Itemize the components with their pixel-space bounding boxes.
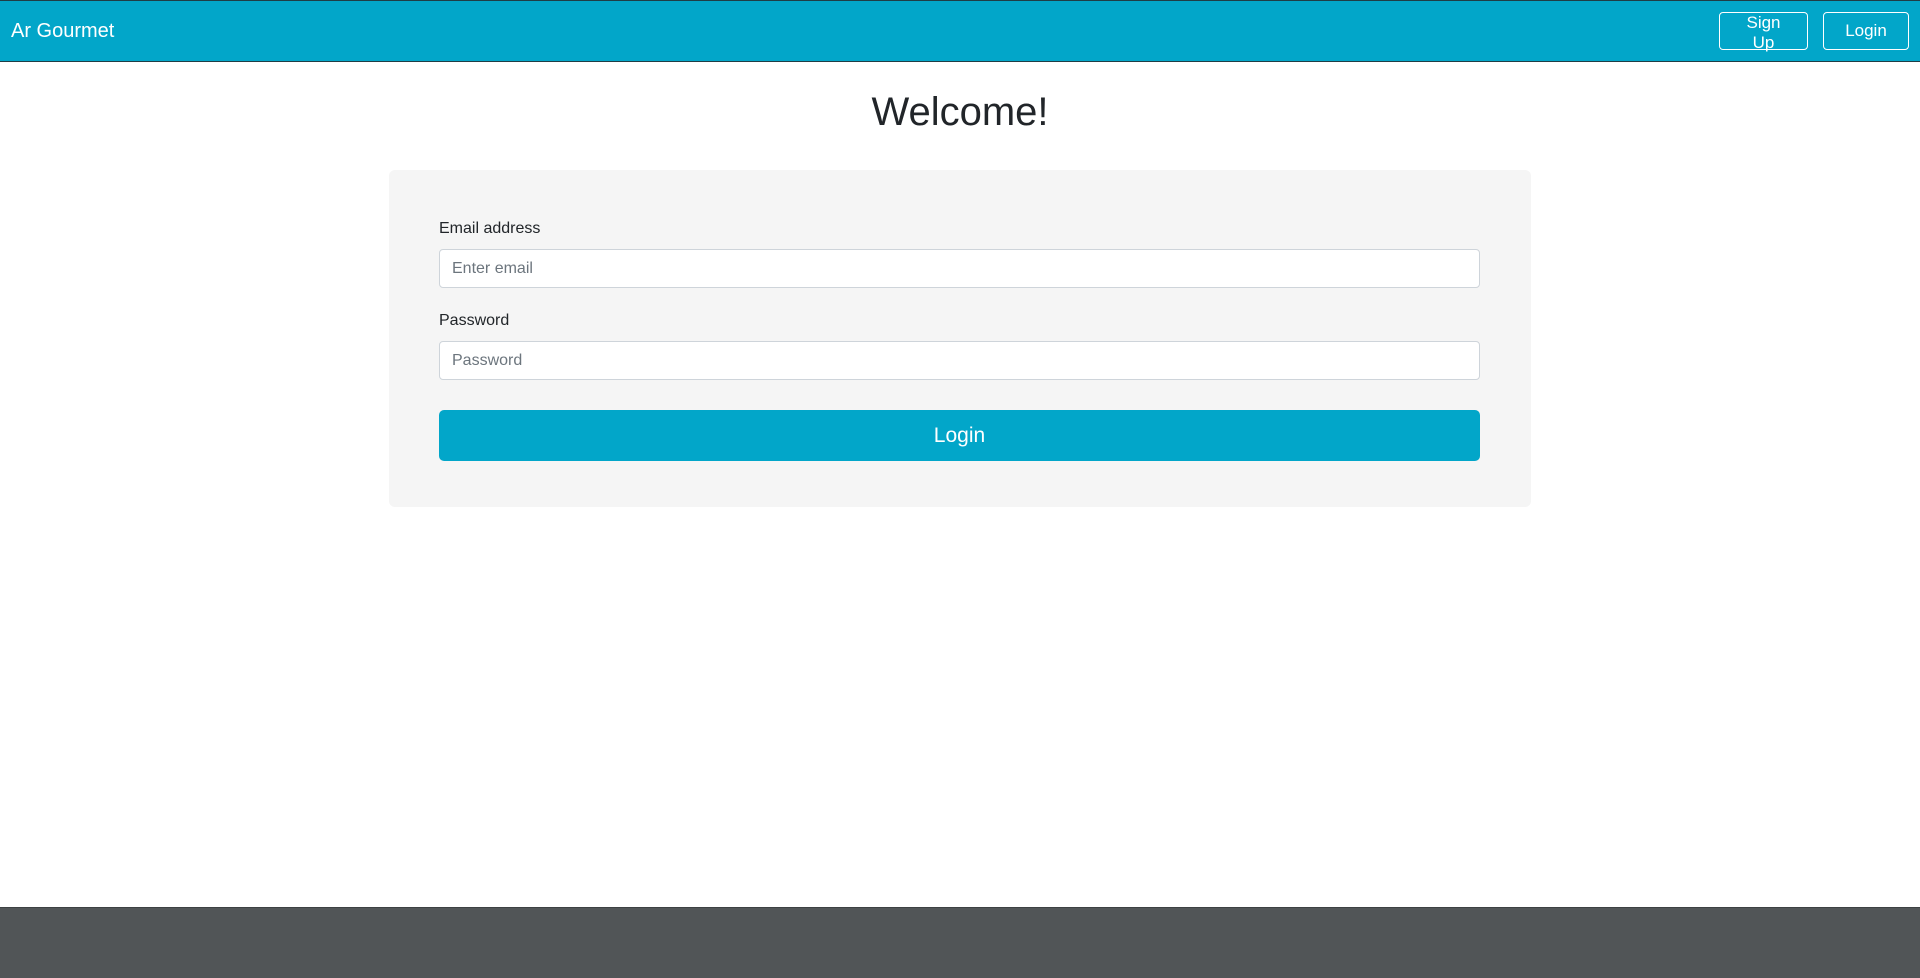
nav-login-button[interactable]: Login xyxy=(1823,12,1909,50)
signup-button[interactable]: Sign Up xyxy=(1719,12,1808,52)
email-field[interactable] xyxy=(439,249,1480,288)
login-submit-button[interactable]: Login xyxy=(439,410,1480,461)
password-label: Password xyxy=(439,312,510,329)
email-group: Email address xyxy=(439,220,1481,288)
top-navbar: Ar Gourmet Sign Up Login xyxy=(0,0,1920,62)
login-form-card: Email address Password Login xyxy=(389,170,1531,507)
email-label: Email address xyxy=(439,220,541,237)
password-field[interactable] xyxy=(439,341,1480,380)
page-footer xyxy=(0,907,1920,978)
page-title: Welcome! xyxy=(871,90,1049,134)
nav-actions: Sign Up Login xyxy=(1719,12,1909,52)
password-group: Password xyxy=(439,312,1481,380)
brand-link[interactable]: Ar Gourmet xyxy=(11,20,114,43)
